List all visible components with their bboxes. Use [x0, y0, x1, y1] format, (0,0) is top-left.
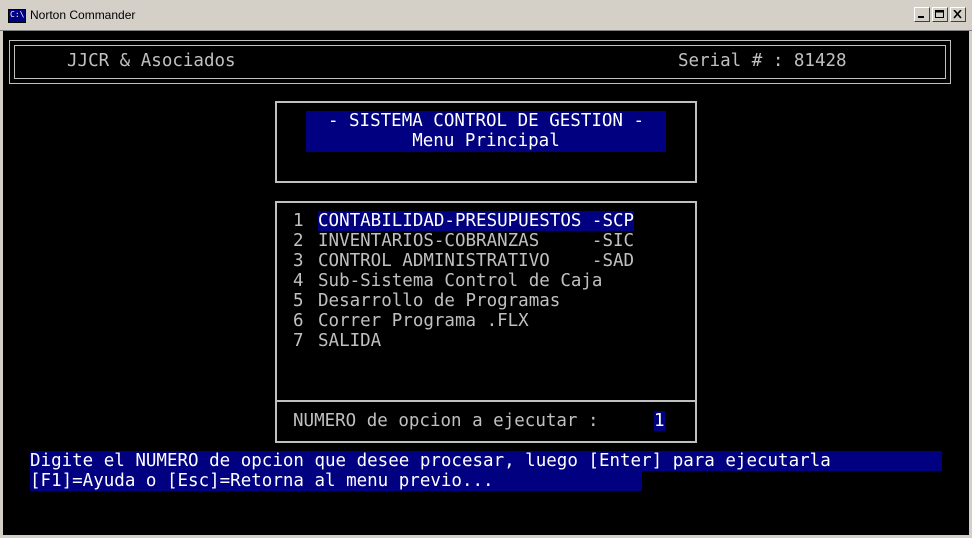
menu-item-label: Correr Programa .FLX	[318, 311, 529, 331]
menu-item[interactable]: 3 CONTROL ADMINISTRATIVO -SAD	[293, 251, 683, 271]
minimize-icon	[918, 16, 924, 18]
window-titlebar[interactable]: Norton Commander	[0, 0, 972, 31]
serial-number: Serial # : 81428	[678, 51, 847, 71]
menu-item-number: 3	[293, 251, 304, 271]
option-input[interactable]: 1	[654, 411, 665, 431]
minimize-button[interactable]	[914, 7, 930, 22]
menu-item-label: CONTROL ADMINISTRATIVO -SAD	[318, 251, 635, 271]
console-area[interactable]: JJCR & Asociados Serial # : 81428 - SIST…	[3, 31, 969, 535]
close-button[interactable]	[950, 7, 966, 22]
system-title: - SISTEMA CONTROL DE GESTION -	[327, 111, 645, 131]
menu-item-number: 6	[293, 311, 304, 331]
menu-item-label: Desarrollo de Programas	[318, 291, 561, 311]
window-controls	[914, 7, 966, 22]
option-prompt-label: NUMERO de opcion a ejecutar :	[293, 411, 599, 431]
console-icon	[8, 9, 26, 23]
help-line-2: [F1]=Ayuda o [Esc]=Retorna al menu previ…	[30, 471, 494, 491]
help-line-1: Digite el NUMERO de opcion que desee pro…	[30, 451, 831, 471]
menu-item[interactable]: 7 SALIDA	[293, 331, 683, 351]
menu-item-number: 1	[293, 211, 304, 231]
menu-item-number: 4	[293, 271, 304, 291]
menu-item-label: CONTABILIDAD-PRESUPUESTOS -SCP	[318, 211, 635, 231]
close-icon	[953, 10, 962, 19]
maximize-button[interactable]	[932, 7, 948, 22]
menu-item[interactable]: 4 Sub-Sistema Control de Caja	[293, 271, 683, 291]
menu-item-number: 5	[293, 291, 304, 311]
menu-item-number: 2	[293, 231, 304, 251]
menu-item-label: SALIDA	[318, 331, 382, 351]
menu-item-label: INVENTARIOS-COBRANZAS -SIC	[318, 231, 635, 251]
maximize-icon	[935, 10, 944, 18]
menu-title: Menu Principal	[412, 131, 560, 151]
menu-item[interactable]: 1 CONTABILIDAD-PRESUPUESTOS -SCP	[293, 211, 683, 231]
menu-divider	[277, 400, 695, 402]
menu-item[interactable]: 2 INVENTARIOS-COBRANZAS -SIC	[293, 231, 683, 251]
menu-item[interactable]: 5 Desarrollo de Programas	[293, 291, 683, 311]
company-name: JJCR & Asociados	[67, 51, 236, 71]
menu-item[interactable]: 6 Correr Programa .FLX	[293, 311, 683, 331]
window-title: Norton Commander	[30, 8, 136, 22]
menu-item-label: Sub-Sistema Control de Caja	[318, 271, 603, 291]
menu-item-number: 7	[293, 331, 304, 351]
